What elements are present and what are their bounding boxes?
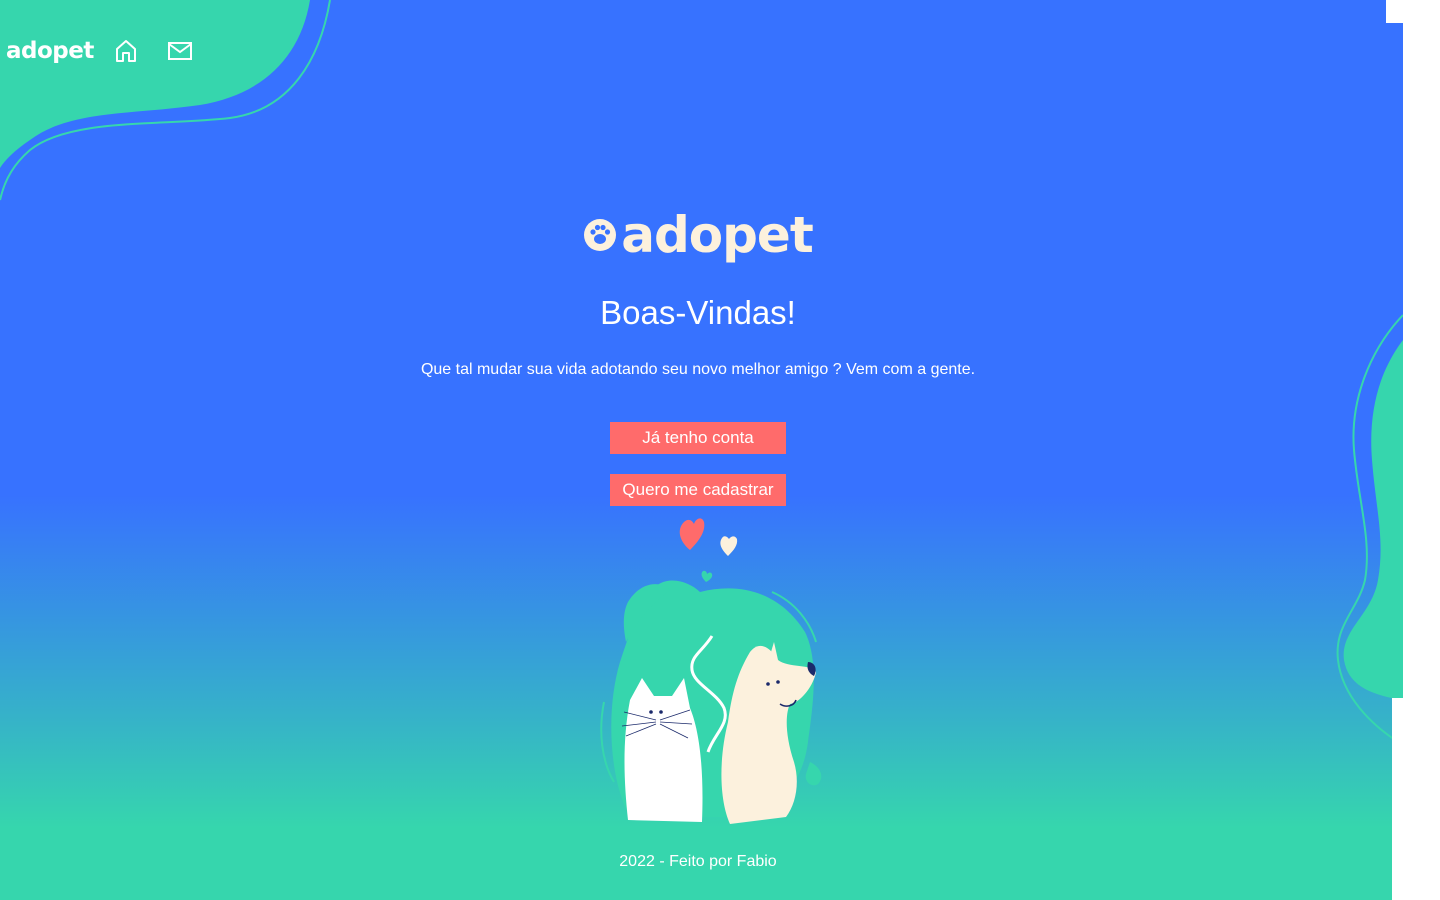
heart-icon: [679, 518, 705, 550]
hero-logo-text: adopet: [621, 206, 813, 264]
hero-section: adopet Boas-Vindas! Que tal mudar sua vi…: [0, 0, 1396, 900]
heart-icon: [720, 536, 738, 556]
page-title: Boas-Vindas!: [600, 294, 796, 331]
cat-and-dog-illustration: [600, 518, 822, 824]
footer-text: 2022 - Feito por Fabio: [619, 853, 777, 870]
hero-logo: adopet: [0, 210, 1396, 260]
signup-button[interactable]: Quero me cadastrar: [610, 474, 786, 506]
paw-icon: [584, 219, 617, 251]
login-button[interactable]: Já tenho conta: [610, 422, 786, 454]
heart-icon: [701, 570, 713, 582]
page-subtitle: Que tal mudar sua vida adotando seu novo…: [420, 361, 976, 378]
page-background: adopet adopet Boas-Vindas! Que tal mudar…: [0, 0, 1403, 900]
